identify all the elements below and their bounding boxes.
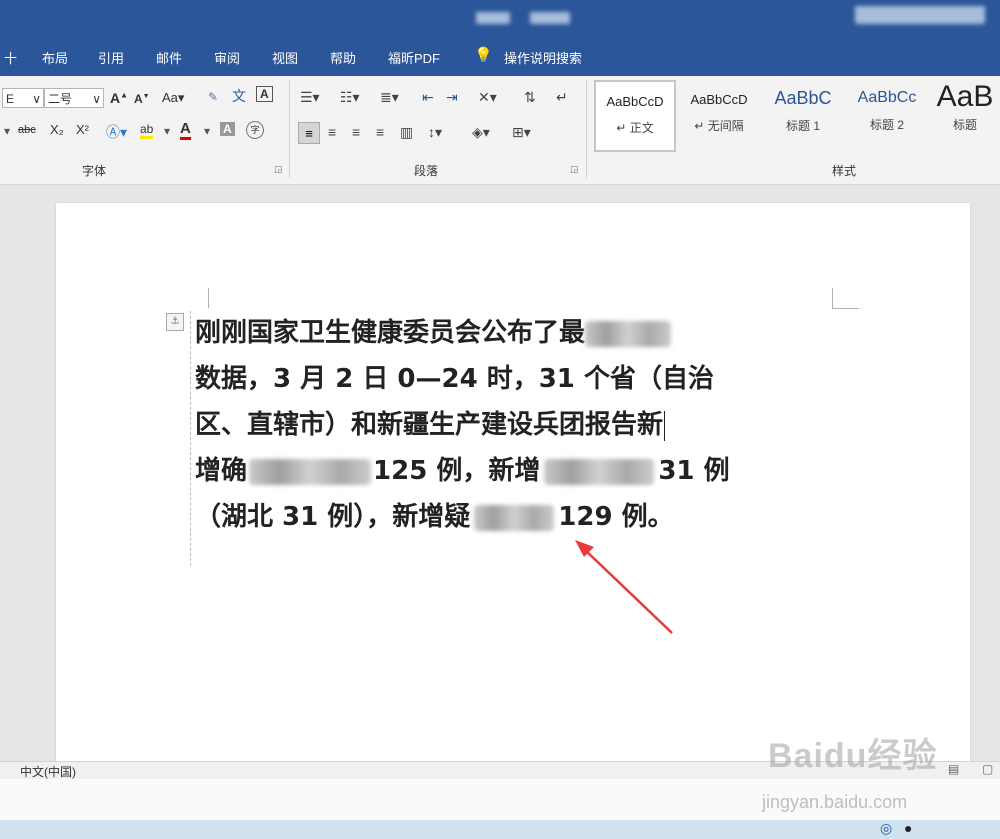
baidu-watermark-logo: Baidu经验	[768, 737, 938, 775]
read-mode-icon[interactable]: ▤	[948, 762, 959, 776]
tray-icon[interactable]: ●	[904, 820, 912, 836]
taskbar: ◎ ●	[0, 820, 1000, 839]
annotation-arrow	[575, 540, 673, 634]
baidu-watermark-url: jingyan.baidu.com	[762, 792, 908, 812]
arrow-shaft	[582, 547, 673, 634]
print-layout-icon[interactable]: ▢	[982, 762, 993, 776]
tray-icon[interactable]: ◎	[880, 820, 892, 837]
language-status[interactable]: 中文(中国)	[20, 763, 76, 780]
